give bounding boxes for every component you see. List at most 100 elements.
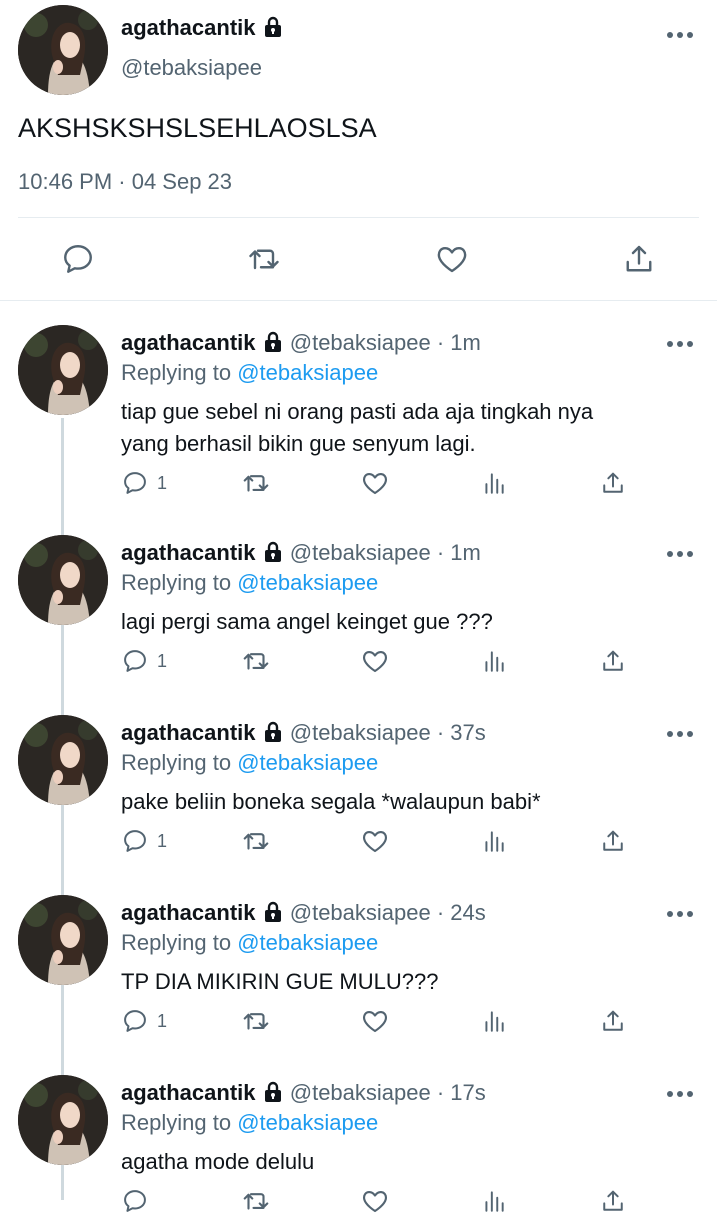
share-button[interactable] [599,1187,627,1215]
replying-to-label: Replying to [121,360,232,385]
more-icon[interactable] [665,1087,695,1101]
lock-icon [262,901,284,923]
retweet-icon [243,1013,269,1030]
reply-button[interactable]: 1 [121,827,167,855]
more-icon[interactable] [665,727,695,741]
tweet-time[interactable]: · 24s [437,900,486,925]
display-name[interactable]: agathacantik [121,540,256,565]
avatar[interactable] [18,325,108,415]
reply-button[interactable] [121,1187,157,1215]
tweet-time[interactable]: · 37s [437,720,486,745]
retweet-button[interactable] [241,468,271,498]
lock-icon [262,541,284,563]
replying-to-label: Replying to [121,750,232,775]
avatar[interactable] [18,715,108,805]
share-icon [603,830,623,851]
display-name[interactable]: agathacantik [121,1080,256,1105]
replying-to-link[interactable]: @tebaksiapee [237,360,378,385]
replying-to-label: Replying to [121,570,232,595]
display-name[interactable]: agathacantik [121,900,256,925]
reply-button[interactable] [60,241,96,277]
avatar[interactable] [18,895,108,985]
reply-button[interactable]: 1 [121,469,167,497]
avatar-photo [18,535,108,625]
like-icon [437,247,467,273]
like-icon [363,1010,387,1033]
lock-icon [262,331,284,353]
retweet-button[interactable] [241,646,271,676]
avatar-photo [18,325,108,415]
like-button[interactable] [360,1006,390,1036]
lock-icon [262,16,284,38]
tweet-time[interactable]: · 1m [437,540,481,565]
share-button[interactable] [621,241,657,277]
reply-text-line: pake beliin boneka segala *walaupun babi… [121,789,541,814]
views-icon [485,1011,504,1032]
retweet-button[interactable] [241,1186,271,1216]
handle[interactable]: @tebaksiapee [290,900,431,925]
reply-text-line: lagi pergi sama angel keinget gue ??? [121,609,493,634]
retweet-icon [243,1193,269,1210]
share-button[interactable] [599,469,627,497]
views-icon [485,651,504,672]
reply-icon [64,245,92,273]
display-name[interactable]: agathacantik [121,15,256,40]
reply-button[interactable]: 1 [121,647,167,675]
avatar-photo [18,715,108,805]
more-icon[interactable] [665,28,695,42]
handle[interactable]: @tebaksiapee [290,720,431,745]
reply-text-line: tiap gue sebel ni orang pasti ada aja ti… [121,399,594,424]
tweet-timestamp[interactable]: 10:46 PM · 04 Sep 23 [18,169,232,195]
like-button[interactable] [360,1186,390,1216]
section-divider [0,300,717,301]
handle[interactable]: @tebaksiapee [290,540,431,565]
reply-icon [124,1190,146,1212]
share-icon [603,650,623,671]
views-button[interactable] [481,648,507,674]
like-button[interactable] [360,646,390,676]
reply-text-line: agatha mode delulu [121,1149,315,1174]
replying-to-link[interactable]: @tebaksiapee [237,570,378,595]
reply-icon [124,1010,146,1032]
tweet-time[interactable]: · 17s [437,1080,486,1105]
views-icon [485,473,504,494]
more-icon[interactable] [665,907,695,921]
display-name[interactable]: agathacantik [121,330,256,355]
replying-to-link[interactable]: @tebaksiapee [237,930,378,955]
like-icon [363,472,387,495]
views-icon [485,1191,504,1212]
views-button[interactable] [481,828,507,854]
share-button[interactable] [599,827,627,855]
like-button[interactable] [434,241,470,277]
more-icon[interactable] [665,547,695,561]
share-button[interactable] [599,647,627,675]
retweet-button[interactable] [246,241,282,277]
views-button[interactable] [481,1188,507,1214]
tweet-time[interactable]: · 1m [437,330,481,355]
views-button[interactable] [481,1008,507,1034]
share-button[interactable] [599,1007,627,1035]
replying-to-link[interactable]: @tebaksiapee [237,750,378,775]
handle[interactable]: @tebaksiapee [290,330,431,355]
display-name[interactable]: agathacantik [121,720,256,745]
reply-button[interactable]: 1 [121,1007,167,1035]
retweet-button[interactable] [241,826,271,856]
avatar[interactable] [18,535,108,625]
retweet-icon [243,653,269,670]
like-button[interactable] [360,826,390,856]
replying-to-link[interactable]: @tebaksiapee [237,1110,378,1135]
more-icon[interactable] [665,337,695,351]
views-button[interactable] [481,470,507,496]
avatar[interactable] [18,5,108,95]
tweet-text: AKSHSKSHSLSEHLAOSLSA [18,113,377,143]
like-button[interactable] [360,468,390,498]
reply-text-line: TP DIA MIKIRIN GUE MULU??? [121,969,439,994]
retweet-button[interactable] [241,1006,271,1036]
avatar[interactable] [18,1075,108,1165]
handle[interactable]: @tebaksiapee [121,55,262,81]
replying-to-label: Replying to [121,930,232,955]
handle[interactable]: @tebaksiapee [290,1080,431,1105]
retweet-icon [243,475,269,492]
like-icon [363,1190,387,1213]
reply-count: 1 [157,650,168,671]
